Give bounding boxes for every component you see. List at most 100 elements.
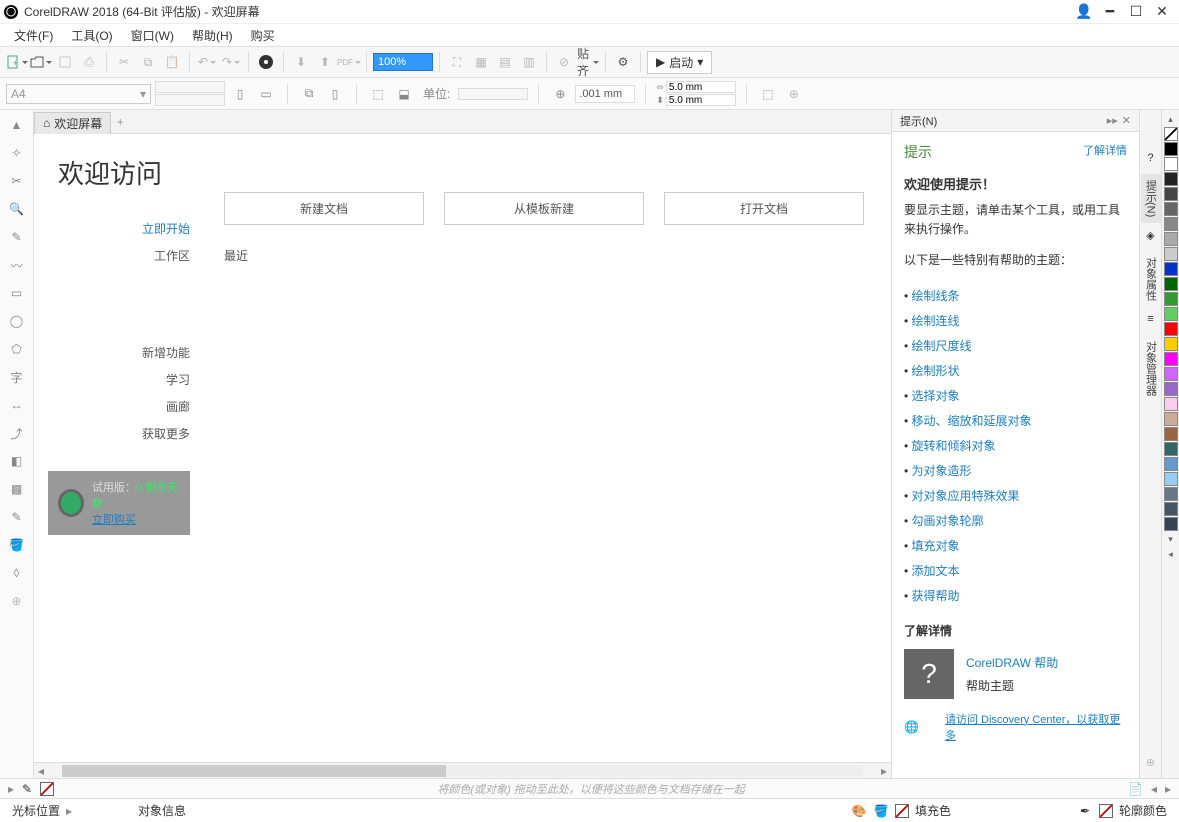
color-swatch[interactable] <box>1164 202 1178 216</box>
horizontal-scrollbar[interactable]: ◂ ▸ <box>34 762 891 778</box>
color-swatch[interactable] <box>1164 427 1178 441</box>
copy-button[interactable]: ⧉ <box>137 51 159 73</box>
palette-down-button[interactable]: ▾ <box>1168 532 1173 547</box>
export-button[interactable]: ⬆ <box>314 51 336 73</box>
palette-next-button[interactable]: ▸ <box>1165 782 1171 796</box>
hint-topic-link[interactable]: 移动、缩放和延展对象 <box>904 408 1127 433</box>
maximize-button[interactable]: ☐ <box>1123 2 1149 22</box>
nav-workspace[interactable]: 工作区 <box>48 242 190 269</box>
hint-topic-link[interactable]: 旋转和倾斜对象 <box>904 433 1127 458</box>
color-swatch[interactable] <box>1164 187 1178 201</box>
objmgr-tab-icon[interactable]: ≡ <box>1143 311 1159 327</box>
hint-topic-link[interactable]: 绘制连线 <box>904 308 1127 333</box>
page-dimensions[interactable] <box>155 81 225 106</box>
color-swatch[interactable] <box>1164 382 1178 396</box>
add-docker-button[interactable]: ⊕ <box>1143 754 1159 770</box>
print-button[interactable]: ⎙ <box>78 51 100 73</box>
color-swatch[interactable] <box>1164 172 1178 186</box>
add-preset-button[interactable]: ⊕ <box>783 83 805 105</box>
pdf-button[interactable]: PDF <box>338 51 360 73</box>
nav-get-started[interactable]: 立即开始 <box>48 215 190 242</box>
hint-topic-link[interactable]: 绘制线条 <box>904 283 1127 308</box>
outline-pen-icon[interactable]: ✒ <box>1077 803 1093 819</box>
minimize-button[interactable]: ━ <box>1097 2 1123 22</box>
user-icon[interactable]: 👤 <box>1071 2 1097 22</box>
docker-collapse-icon[interactable]: ▸▸ <box>1107 114 1118 127</box>
color-swatch[interactable] <box>1164 457 1178 471</box>
nav-gallery[interactable]: 画廊 <box>48 393 190 420</box>
fullscreen-button[interactable]: ⛶ <box>446 51 468 73</box>
object-manager-tab[interactable]: 对象管理器 <box>1141 335 1161 402</box>
crop-tool[interactable]: ✂ <box>6 170 28 192</box>
outline-none-icon[interactable] <box>1099 804 1113 818</box>
color-swatch[interactable] <box>1164 307 1178 321</box>
fill-bucket-icon[interactable]: 🪣 <box>873 803 889 819</box>
ellipse-tool[interactable]: ◯ <box>6 310 28 332</box>
palette-prev-button[interactable]: ◂ <box>1151 782 1157 796</box>
hint-topic-link[interactable]: 选择对象 <box>904 383 1127 408</box>
options-button[interactable]: ⚙ <box>612 51 634 73</box>
landscape-button[interactable]: ▭ <box>255 83 277 105</box>
color-swatch[interactable] <box>1164 142 1178 156</box>
add-tool-button[interactable]: ⊕ <box>6 590 28 612</box>
eyedropper-tool[interactable]: ✎ <box>6 506 28 528</box>
hint-topic-link[interactable]: 对对象应用特殊效果 <box>904 483 1127 508</box>
new-button[interactable]: + <box>6 51 28 73</box>
object-properties-tab[interactable]: 对象属性 <box>1141 251 1161 307</box>
fill-none-icon[interactable] <box>895 804 909 818</box>
color-swatch[interactable] <box>1164 442 1178 456</box>
color-swatch[interactable] <box>1164 502 1178 516</box>
freehand-tool[interactable]: ✎ <box>6 226 28 248</box>
coreldraw-help-link[interactable]: CorelDRAW 帮助 <box>966 654 1058 671</box>
menu-buy[interactable]: 购买 <box>243 25 283 46</box>
undo-button[interactable]: ↶ <box>196 51 218 73</box>
hint-topic-link[interactable]: 添加文本 <box>904 558 1127 583</box>
snap-off-button[interactable]: ⊘ <box>553 51 575 73</box>
outline-tool[interactable]: ◊ <box>6 562 28 584</box>
no-color-icon[interactable] <box>40 782 54 796</box>
launch-button[interactable]: ▶ 启动 ▾ <box>647 51 712 74</box>
nav-whats-new[interactable]: 新增功能 <box>48 339 190 366</box>
color-swatch[interactable] <box>1164 487 1178 501</box>
grid-button[interactable]: ▤ <box>494 51 516 73</box>
zoom-tool[interactable]: 🔍 <box>6 198 28 220</box>
bounding-box-button[interactable]: ⬚ <box>757 83 779 105</box>
hint-topic-link[interactable]: 勾画对象轮廓 <box>904 508 1127 533</box>
all-pages-button[interactable]: ⧉ <box>298 83 320 105</box>
menu-help[interactable]: 帮助(H) <box>184 25 241 46</box>
cut-button[interactable]: ✂ <box>113 51 135 73</box>
guides-button[interactable]: ▥ <box>518 51 540 73</box>
polygon-tool[interactable]: ⬠ <box>6 338 28 360</box>
color-swatch[interactable] <box>1164 262 1178 276</box>
color-swatch[interactable] <box>1164 337 1178 351</box>
color-swatch[interactable] <box>1164 367 1178 381</box>
palette-flyout-button[interactable]: ◂ <box>1168 547 1173 562</box>
color-swatch[interactable] <box>1164 292 1178 306</box>
color-swatch[interactable] <box>1164 217 1178 231</box>
fill-color-icon[interactable]: 🎨 <box>851 803 867 819</box>
color-swatch[interactable] <box>1164 352 1178 366</box>
rectangle-tool[interactable]: ▭ <box>6 282 28 304</box>
color-swatch[interactable] <box>1164 157 1178 171</box>
color-swatch[interactable] <box>1164 247 1178 261</box>
palette-nav-button[interactable]: ▸ <box>8 782 14 796</box>
rulers-button[interactable]: ▦ <box>470 51 492 73</box>
transparency-tool[interactable]: ▩ <box>6 478 28 500</box>
palette-up-button[interactable]: ▴ <box>1168 112 1173 127</box>
current-page-button[interactable]: ▯ <box>324 83 346 105</box>
pick-tool[interactable]: ▲ <box>6 114 28 136</box>
nav-learning[interactable]: 学习 <box>48 366 190 393</box>
buy-now-link[interactable]: 立即购买 <box>92 511 180 527</box>
close-button[interactable]: ✕ <box>1149 2 1175 22</box>
new-tab-button[interactable]: + <box>111 115 129 129</box>
eyedropper-icon[interactable]: ✎ <box>22 782 32 796</box>
hint-topic-link[interactable]: 绘制形状 <box>904 358 1127 383</box>
import-button[interactable]: ⬇ <box>290 51 312 73</box>
units-select[interactable] <box>458 88 528 100</box>
menu-window[interactable]: 窗口(W) <box>123 25 182 46</box>
color-swatch[interactable] <box>1164 322 1178 336</box>
drop-shadow-tool[interactable]: ◧ <box>6 450 28 472</box>
cursor-menu-icon[interactable]: ▸ <box>66 804 72 818</box>
open-document-button[interactable]: 打开文档 <box>664 192 864 225</box>
learn-more-link[interactable]: 了解详情 <box>1083 145 1127 158</box>
